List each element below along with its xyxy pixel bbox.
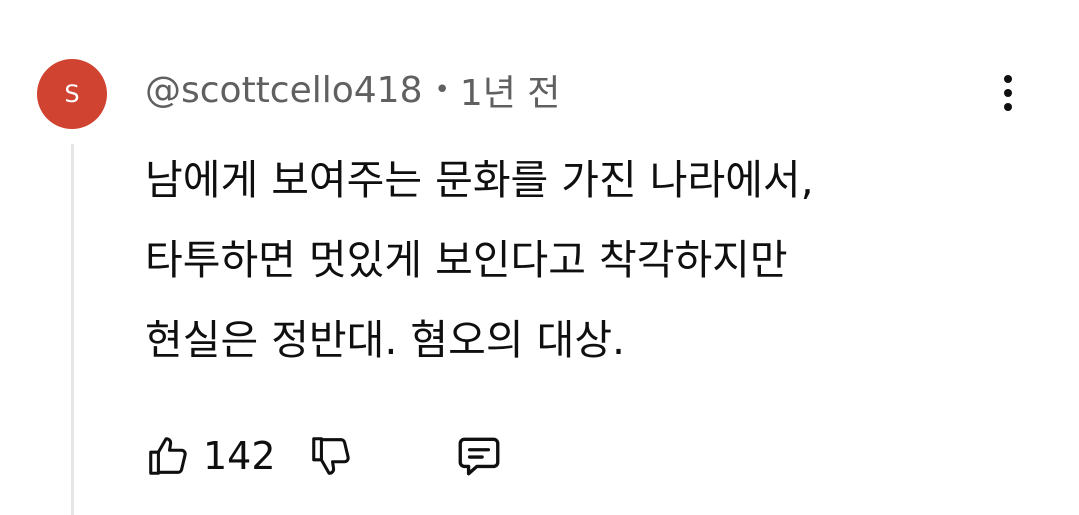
comment-text-line: 현실은 정반대. 혐오의 대상. xyxy=(145,316,626,364)
more-options-button[interactable] xyxy=(990,68,1026,118)
thumbs-down-icon xyxy=(311,437,350,475)
comment-text-line: 타투하면 멋있게 보인다고 착각하지만 xyxy=(145,236,788,284)
comment-actions: 142 xyxy=(145,428,504,484)
comment-timestamp[interactable]: 1년 전 xyxy=(460,64,561,116)
more-vertical-icon-dot xyxy=(1004,89,1012,97)
comment-text-line: 남에게 보여주는 문화를 가진 나라에서, xyxy=(145,156,814,204)
avatar[interactable]: S xyxy=(37,59,107,129)
like-button[interactable] xyxy=(145,433,191,479)
thread-line xyxy=(71,144,74,515)
header-separator: • xyxy=(434,75,450,105)
comment-header: @scottcello418 • 1년 전 xyxy=(145,64,561,116)
reply-button[interactable] xyxy=(454,431,504,481)
like-count: 142 xyxy=(203,434,276,478)
thumbs-up-icon xyxy=(149,437,187,475)
reply-comment-icon xyxy=(458,437,499,476)
comment-item: S @scottcello418 • 1년 전 남에게 보여주는 문화를 가진 … xyxy=(0,0,1079,515)
author-handle[interactable]: @scottcello418 xyxy=(145,70,423,111)
comment-text: 남에게 보여주는 문화를 가진 나라에서, 타투하면 멋있게 보인다고 착각하지… xyxy=(145,140,1005,380)
more-vertical-icon-dot xyxy=(1004,103,1012,111)
avatar-letter: S xyxy=(64,80,80,108)
dislike-button[interactable] xyxy=(308,433,354,479)
more-vertical-icon xyxy=(1004,75,1012,83)
